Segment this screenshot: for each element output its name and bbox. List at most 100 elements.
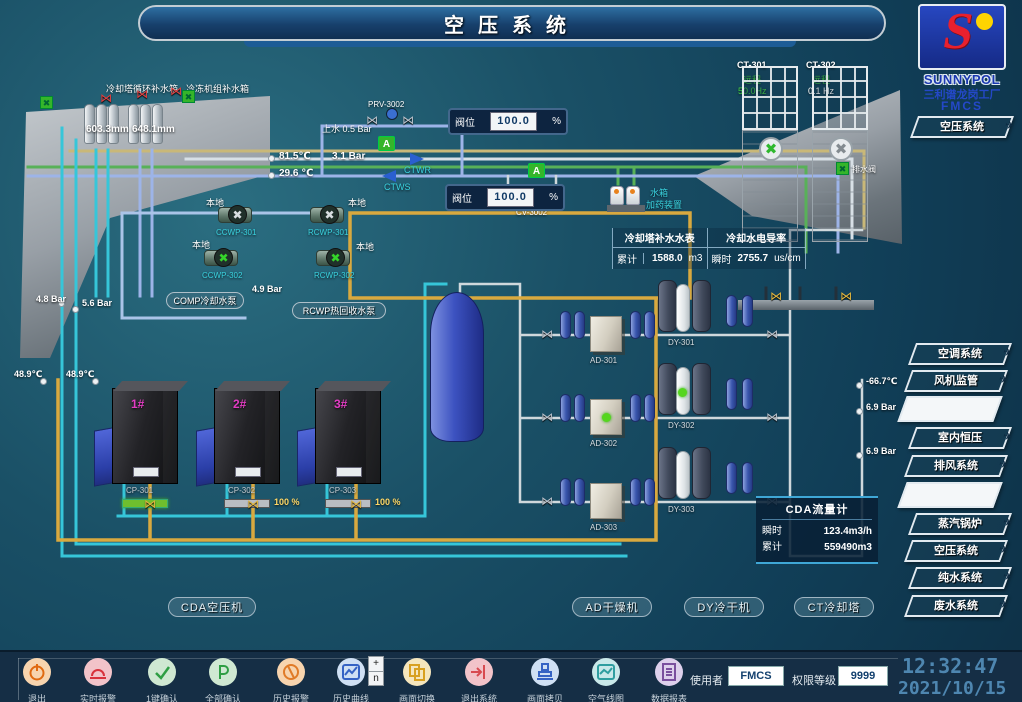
user-field[interactable]: FMCS [728,666,784,686]
pump1-id: CCWP-301 [216,228,256,237]
flowmeter-inst-value: 123.4m3/h [824,524,872,540]
history-alarm-button[interactable] [277,658,305,686]
data-report-label: 数据报表 [637,692,701,702]
auto-mode-badge: A [378,136,395,151]
conductivity-value: 2755.7 [738,253,769,264]
sidebar-item-blank-1[interactable] [902,396,998,422]
valve-icon[interactable]: ⋈ [350,498,362,510]
display-label: 阀位 [452,190,472,205]
pump-ccwp-301[interactable]: ✖ [218,207,252,223]
one-key-ack-button[interactable] [148,658,176,686]
sidebar-item-boiler[interactable]: 蒸汽锅炉 ✈ [912,513,1008,535]
realtime-alarm-label: 实时报警 [66,692,130,702]
nav-ct-tower[interactable]: CT冷却塔 [794,597,874,617]
pump3-id: RCWP-301 [308,228,348,237]
postfilter [630,478,641,506]
nav-cda-compressor[interactable]: CDA空压机 [168,597,256,617]
sidebar-item-fan[interactable]: 风机监管 ✈ [908,370,1004,392]
air-receiver-tank[interactable] [430,292,484,442]
ad-dryer-1[interactable] [590,316,622,352]
valve-icon[interactable]: ⋈ [144,498,156,510]
pump-fan-icon: ✖ [214,248,233,267]
sidebar-item-exhaust[interactable]: 排风系统 ✈ [908,455,1004,477]
realtime-alarm-button[interactable] [84,658,112,686]
cv-position-display: 阀位 100.0 % [445,184,565,211]
sidebar-item-purewater[interactable]: 纯水系统 ✈ [912,567,1008,589]
conductivity-header: 冷却水电导率 [708,228,805,248]
sidebar-item-blank-2[interactable] [902,482,998,508]
left-pressure-1: 4.8 Bar [36,294,66,304]
tank1-level: 603.3mm [86,124,129,135]
valve-icon[interactable]: ⋈ [170,85,182,97]
psychrometric-chart-button[interactable] [592,658,620,686]
sidebar-item-current[interactable]: 空压系统 ✈ [914,116,1010,138]
dy-tower [692,447,711,499]
flowmeter-total-label: 累计 [762,540,782,556]
history-curve-button[interactable] [337,658,365,686]
valve-icon[interactable]: ⋈ [402,114,414,126]
sidebar-button-shape [897,482,1002,508]
plus-icon[interactable]: + [369,657,383,672]
display-unit: % [552,116,561,127]
flowmeter-inst-label: 瞬时 [762,524,782,540]
user-label: 使用者 [690,672,723,688]
flow-tag-return: CTWR [404,165,431,175]
valve-icon[interactable]: ⋈ [366,114,378,126]
pressure-sensor [856,452,863,459]
compressor-3[interactable]: 3# [315,388,381,484]
exit-button[interactable] [23,658,51,686]
valve-icon[interactable]: ⋈ [541,495,553,507]
minus-icon[interactable]: n [369,672,383,686]
curve-spinner[interactable]: + n [368,656,384,686]
sidebar-item-wastewater[interactable]: 废水系统 ✈ [908,595,1004,617]
nav-ad-dryer[interactable]: AD干燥机 [572,597,652,617]
pump-group-rcwp[interactable]: RCWP热回收水泵 [292,302,386,319]
sidebar-item-aircomp[interactable]: 空压系统 ✈ [908,540,1004,562]
page-title: 空压系统 [444,9,580,38]
compressor-2[interactable]: 2# [214,388,280,484]
prv-id: PRV-3002 [368,100,404,109]
display-label: 阀位 [455,114,475,129]
valve-icon[interactable]: ⋈ [541,328,553,340]
nav-dy-dryer[interactable]: DY冷干机 [684,597,764,617]
sidebar-item-pressure[interactable]: 室内恒压 ✈ [912,427,1008,449]
valve-icon[interactable]: ⋈ [766,328,778,340]
screen-copy-button[interactable] [531,658,559,686]
valve-icon[interactable]: ⋈ [100,92,112,104]
stamp-icon [534,661,556,683]
pump-group-ccwp[interactable]: COMP冷却水泵 [166,292,244,309]
valve-icon[interactable]: ⋈ [770,290,782,302]
prefilter [574,394,585,422]
dew-point: -66.7℃ [866,376,897,387]
toolbar-divider [18,658,898,659]
cooling-tower-2[interactable]: ✖ [812,130,868,242]
valve-icon[interactable]: ⋈ [136,88,148,100]
fan-status-badge: ✖ [836,162,849,175]
screen-switch-button[interactable] [403,658,431,686]
cooling-tower-1[interactable]: ✖ [742,130,798,242]
pump-group-label: COMP冷却水泵 [173,294,236,307]
water-stats-table: 冷却塔补水水表 累计 1588.0 m3 冷却水电导率 瞬时 2755.7 us… [612,228,806,269]
sidebar-item-label: 蒸汽锅炉 [912,513,1008,535]
history-alarm-label: 历史报警 [259,692,323,702]
sidebar-item-hvac[interactable]: 空调系统 ✈ [912,343,1008,365]
level-label: 权限等级 [792,672,836,688]
psychrometric-chart-label: 空气线图 [574,692,638,702]
exit-system-button[interactable] [465,658,493,686]
valve-icon[interactable]: ⋈ [840,290,852,302]
bottom-toolbar: 退出 实时报警 1键确认 全部确认 历史报警 历史曲线 + n 画面切换 [0,650,1022,702]
dewpoint-sensor [856,382,863,389]
prv-position-display: 阀位 100.0 % [448,108,568,135]
compressor-1[interactable]: 1# [112,388,178,484]
ack-all-button[interactable] [209,658,237,686]
ad-dryer-3[interactable] [590,483,622,519]
level-field[interactable]: 9999 [838,666,888,686]
data-report-button[interactable] [655,658,683,686]
pump-rcwp-302[interactable]: ✖ [316,250,350,266]
pump-rcwp-301[interactable]: ✖ [310,207,344,223]
valve-icon[interactable]: ⋈ [541,411,553,423]
valve-icon[interactable]: ⋈ [247,498,259,510]
display-unit: % [549,192,558,203]
valve-icon[interactable]: ⋈ [766,411,778,423]
pump-ccwp-302[interactable]: ✖ [204,250,238,266]
